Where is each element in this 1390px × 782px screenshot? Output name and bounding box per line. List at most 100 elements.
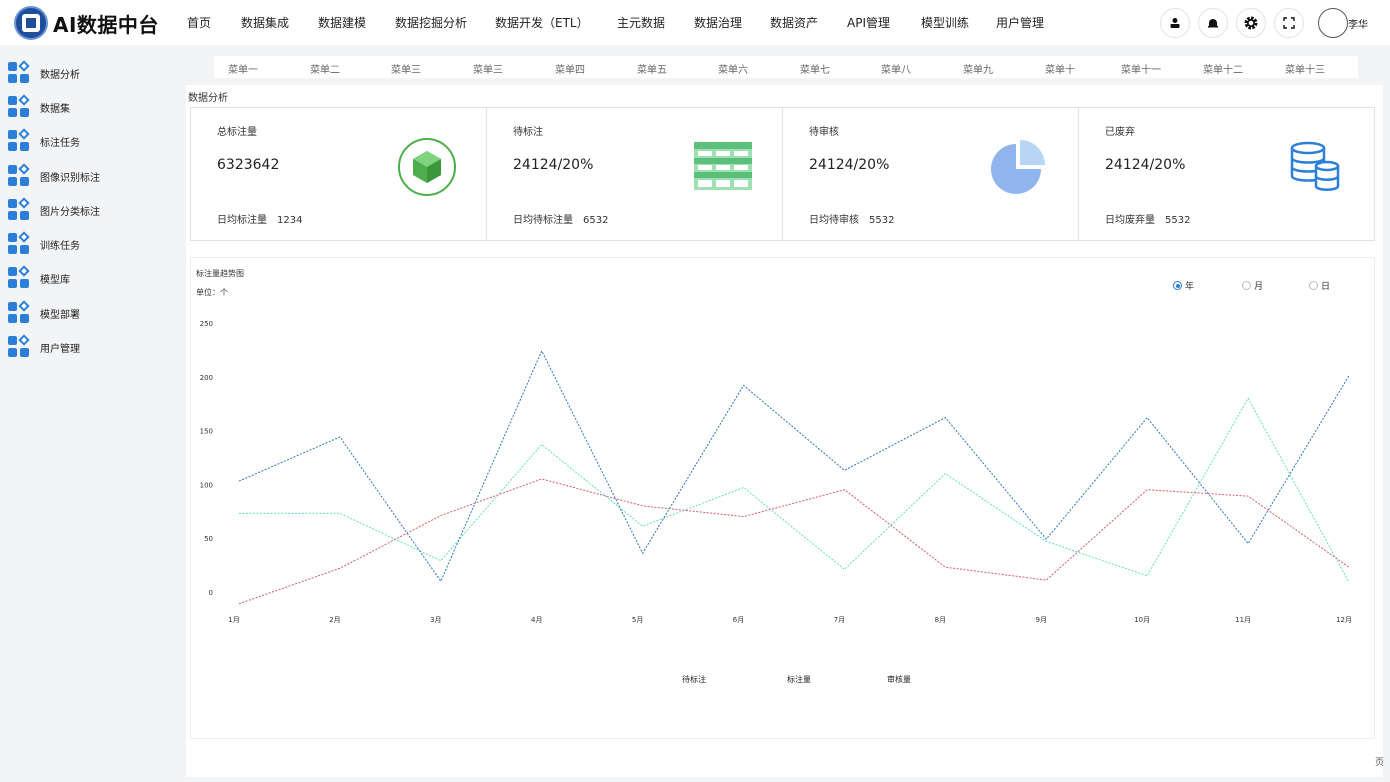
grid-icon: [8, 128, 30, 152]
sidebar-item-label: 用户管理: [40, 343, 80, 355]
bell-icon: [1208, 19, 1218, 28]
sub-menu-item[interactable]: 菜单九: [963, 61, 993, 76]
nav-item-etl[interactable]: 数据开发（ETL）: [495, 14, 589, 31]
database-icon: [1290, 141, 1340, 191]
logo-icon: [14, 6, 48, 40]
card-label: 已废弃: [1105, 127, 1135, 138]
card-value: 24124/20%: [513, 157, 594, 173]
nav-item-master-data[interactable]: 主元数据: [617, 14, 665, 31]
gear-icon: [1244, 16, 1258, 30]
user-button[interactable]: [1160, 8, 1190, 38]
card-value: 6323642: [217, 157, 280, 173]
legend-item[interactable]: 待标注: [682, 674, 706, 684]
y-tick-label: 100: [200, 481, 213, 489]
sub-menu-item[interactable]: 菜单十三: [1285, 61, 1325, 76]
nav-item-assets[interactable]: 数据资产: [770, 14, 818, 31]
user-icon: [1170, 18, 1180, 28]
nav-item-integration[interactable]: 数据集成: [241, 14, 289, 31]
corner-label: 页: [1375, 758, 1385, 768]
nav-item-modeling[interactable]: 数据建模: [318, 14, 366, 31]
nav-item-governance[interactable]: 数据治理: [694, 14, 742, 31]
section-title: 数据分析: [188, 93, 228, 104]
grid-icon: [8, 300, 30, 324]
notification-button[interactable]: [1198, 8, 1228, 38]
nav-item-api[interactable]: API管理: [847, 14, 890, 31]
sidebar-item-dataset[interactable]: 数据集: [8, 94, 70, 118]
grid-icon: [8, 231, 30, 255]
x-tick-label: 6月: [733, 616, 744, 624]
sub-menu-item[interactable]: 菜单三: [473, 61, 503, 76]
grid-icon: [8, 265, 30, 289]
sub-menu-item[interactable]: 菜单一: [228, 61, 258, 76]
sidebar-item-label-tasks[interactable]: 标注任务: [8, 128, 80, 152]
sub-menu-item[interactable]: 菜单七: [800, 61, 830, 76]
y-tick-label: 150: [200, 428, 213, 436]
x-tick-label: 4月: [531, 616, 542, 624]
sub-menu-item[interactable]: 菜单五: [637, 61, 667, 76]
card-label: 总标注量: [217, 127, 257, 138]
nav-item-home[interactable]: 首页: [187, 14, 211, 31]
card-value: 24124/20%: [809, 157, 890, 173]
card-sub: 日均待审核 5532: [809, 215, 895, 226]
nav-item-users[interactable]: 用户管理: [996, 14, 1044, 31]
settings-button[interactable]: [1236, 8, 1266, 38]
x-tick-label: 5月: [632, 616, 643, 624]
sidebar-item-model-deploy[interactable]: 模型部署: [8, 300, 80, 324]
grid-icon: [8, 197, 30, 221]
sidebar-item-label: 数据集: [40, 103, 70, 115]
pie-icon: [991, 140, 1045, 194]
x-tick-label: 3月: [430, 616, 441, 624]
sidebar-item-user-management[interactable]: 用户管理: [8, 334, 80, 358]
sidebar-item-label: 模型库: [40, 274, 70, 286]
nav-item-mining[interactable]: 数据挖掘分析: [395, 14, 467, 31]
sub-menu-item[interactable]: 菜单二: [310, 61, 340, 76]
stat-card-review: 待审核 24124/20% 日均待审核 5532: [782, 107, 1079, 241]
grid-icon: [8, 334, 30, 358]
y-tick-label: 50: [204, 535, 213, 543]
sidebar-item-training-tasks[interactable]: 训练任务: [8, 231, 80, 255]
sub-menu: 菜单一 菜单二 菜单三 菜单三 菜单四 菜单五 菜单六 菜单七 菜单八 菜单九 …: [214, 56, 1358, 78]
cube-icon: [398, 138, 456, 196]
x-tick-label: 7月: [834, 616, 845, 624]
sidebar-item-data-analysis[interactable]: 数据分析: [8, 60, 80, 84]
sub-menu-item[interactable]: 菜单八: [881, 61, 911, 76]
x-tick-label: 8月: [935, 616, 946, 624]
fullscreen-button[interactable]: [1274, 8, 1304, 38]
sidebar-item-label: 图像识别标注: [40, 172, 100, 184]
grid-icon: [8, 60, 30, 84]
series-line-2: [238, 349, 1350, 583]
sub-menu-item[interactable]: 菜单六: [718, 61, 748, 76]
fullscreen-icon: [1283, 17, 1295, 29]
sub-menu-item[interactable]: 菜单十二: [1203, 61, 1243, 76]
sidebar-item-image-classification[interactable]: 图片分类标注: [8, 197, 100, 221]
sidebar-item-label: 训练任务: [40, 240, 80, 252]
card-label: 待标注: [513, 127, 543, 138]
legend-item[interactable]: 审核量: [887, 674, 911, 684]
card-sub: 日均标注量 1234: [217, 215, 303, 226]
sidebar-item-image-recognition[interactable]: 图像识别标注: [8, 163, 100, 187]
card-label: 待审核: [809, 127, 839, 138]
stat-card-pending: 待标注 24124/20% 日均待标注量 6532: [486, 107, 783, 241]
legend-item[interactable]: 标注量: [787, 674, 811, 684]
sub-menu-item[interactable]: 菜单四: [555, 61, 585, 76]
sidebar-item-label: 图片分类标注: [40, 206, 100, 218]
x-tick-label: 2月: [329, 616, 340, 624]
grid-icon: [8, 94, 30, 118]
sub-menu-item[interactable]: 菜单十一: [1121, 61, 1161, 76]
app-title: AI数据中台: [53, 13, 159, 37]
avatar[interactable]: [1318, 8, 1348, 38]
username: 李华: [1348, 20, 1368, 31]
sidebar-item-label: 标注任务: [40, 137, 80, 149]
sidebar-item-label: 模型部署: [40, 309, 80, 321]
stat-card-total: 总标注量 6323642 日均标注量 1234: [190, 107, 487, 241]
x-tick-label: 9月: [1036, 616, 1047, 624]
top-bar: AI数据中台 首页 数据集成 数据建模 数据挖掘分析 数据开发（ETL） 主元数…: [0, 0, 1390, 45]
sidebar-item-label: 数据分析: [40, 69, 80, 81]
trend-chart: 0 50 100 150 200 250 1月 2月 3月 4月 5月 6月 7月 8月 9月 10月 11月 1…: [200, 320, 1352, 684]
stat-card-discarded: 已废弃 24124/20% 日均废弃量 5532: [1078, 107, 1375, 241]
nav-item-training[interactable]: 模型训练: [921, 14, 969, 31]
card-sub: 日均待标注量 6532: [513, 215, 609, 226]
sub-menu-item[interactable]: 菜单十: [1045, 61, 1075, 76]
sidebar-item-model-library[interactable]: 模型库: [8, 265, 70, 289]
sub-menu-item[interactable]: 菜单三: [391, 61, 421, 76]
